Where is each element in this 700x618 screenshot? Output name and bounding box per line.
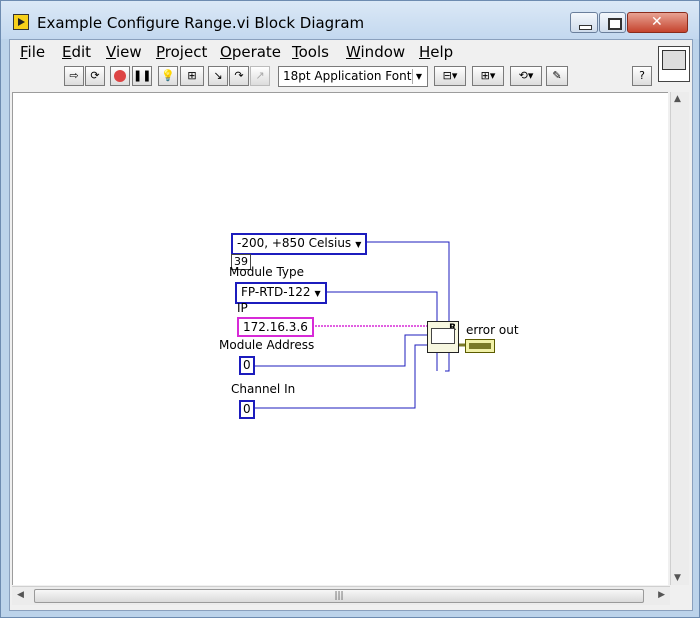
- step-over-icon[interactable]: ↷: [229, 66, 249, 86]
- scroll-up-icon[interactable]: ▲: [674, 94, 681, 104]
- clean-up-diagram-icon[interactable]: ✎: [546, 66, 568, 86]
- menu-edit[interactable]: Edit: [62, 43, 91, 61]
- step-into-icon[interactable]: ↘: [208, 66, 228, 86]
- menu-window[interactable]: Window: [346, 43, 405, 61]
- range-ring-value: -200, +850 Celsius: [237, 236, 352, 250]
- horizontal-scrollbar[interactable]: ◀ ||| ▶: [12, 586, 670, 605]
- module-address-constant[interactable]: 0: [239, 356, 255, 375]
- block-diagram-client: File Edit View Project Operate Tools Win…: [9, 39, 693, 611]
- chevron-down-icon: ▼: [412, 69, 425, 84]
- scroll-down-icon[interactable]: ▼: [674, 573, 681, 583]
- context-help-icon[interactable]: ?: [632, 66, 652, 86]
- retain-wire-values-icon[interactable]: ⊞: [180, 66, 204, 86]
- module-type-ring-constant[interactable]: FP-RTD-122 ▼: [235, 282, 327, 304]
- wires: [251, 241, 465, 409]
- error-cluster-icon: [469, 343, 491, 349]
- vi-icon: [662, 50, 686, 70]
- chevron-down-icon: ▼: [355, 240, 362, 249]
- menu-view[interactable]: View: [106, 43, 142, 61]
- module-type-value: FP-RTD-122: [241, 285, 311, 299]
- menu-bar: File Edit View Project Operate Tools Win…: [10, 40, 692, 62]
- module-type-label: Module Type: [229, 265, 305, 279]
- close-button[interactable]: [627, 12, 688, 33]
- align-objects-icon[interactable]: ⊟▾: [434, 66, 466, 86]
- scroll-left-icon[interactable]: ◀: [17, 590, 24, 600]
- horizontal-scroll-thumb[interactable]: |||: [34, 589, 644, 603]
- vi-icon-connector-pane[interactable]: [658, 46, 690, 82]
- configure-range-subvi-icon[interactable]: R: [427, 321, 459, 353]
- highlight-execution-icon[interactable]: 💡: [158, 66, 178, 86]
- maximize-button[interactable]: [599, 12, 626, 33]
- error-out-label: error out: [466, 323, 519, 337]
- labview-window: Example Configure Range.vi Block Diagram…: [0, 0, 700, 618]
- title-bar: Example Configure Range.vi Block Diagram: [1, 1, 699, 39]
- window-title: Example Configure Range.vi Block Diagram: [37, 14, 365, 32]
- vertical-scrollbar[interactable]: ▲ ▼: [670, 92, 689, 585]
- channel-in-constant[interactable]: 0: [239, 400, 255, 419]
- menu-help[interactable]: Help: [419, 43, 453, 61]
- ip-string-constant[interactable]: 172.16.3.6: [237, 317, 314, 337]
- distribute-objects-icon[interactable]: ⊞▾: [472, 66, 504, 86]
- pause-icon[interactable]: ❚❚: [132, 66, 152, 86]
- menu-file[interactable]: File: [20, 43, 45, 61]
- ip-label: IP: [237, 301, 248, 315]
- channel-in-label: Channel In: [231, 382, 296, 396]
- reorder-icon[interactable]: ⟲▾: [510, 66, 542, 86]
- menu-project[interactable]: Project: [156, 43, 207, 61]
- range-ring-constant[interactable]: -200, +850 Celsius ▼: [231, 233, 368, 255]
- run-arrow-icon[interactable]: ⇨: [64, 66, 84, 86]
- error-out-indicator[interactable]: [465, 339, 495, 353]
- module-address-label: Module Address: [219, 338, 315, 352]
- step-out-icon[interactable]: ↗: [250, 66, 270, 86]
- font-select-value: 18pt Application Font: [283, 69, 412, 83]
- toolbar: ⇨ ⟳ ❚❚ 💡 ⊞ ↘ ↷ ↗ 18pt Application Font ▼…: [10, 64, 652, 90]
- minimize-button[interactable]: [570, 12, 598, 33]
- menu-operate[interactable]: Operate: [220, 43, 281, 61]
- chevron-down-icon: ▼: [314, 289, 321, 298]
- scroll-right-icon[interactable]: ▶: [658, 590, 665, 600]
- block-diagram-canvas[interactable]: -200, +850 Celsius ▼ 39 Module Type FP-RT…: [12, 92, 668, 585]
- font-select[interactable]: 18pt Application Font ▼: [278, 66, 428, 87]
- abort-icon[interactable]: [110, 66, 130, 86]
- subvi-body: [431, 328, 455, 344]
- run-continuously-icon[interactable]: ⟳: [85, 66, 105, 86]
- menu-tools[interactable]: Tools: [292, 43, 329, 61]
- labview-app-icon: [13, 14, 29, 30]
